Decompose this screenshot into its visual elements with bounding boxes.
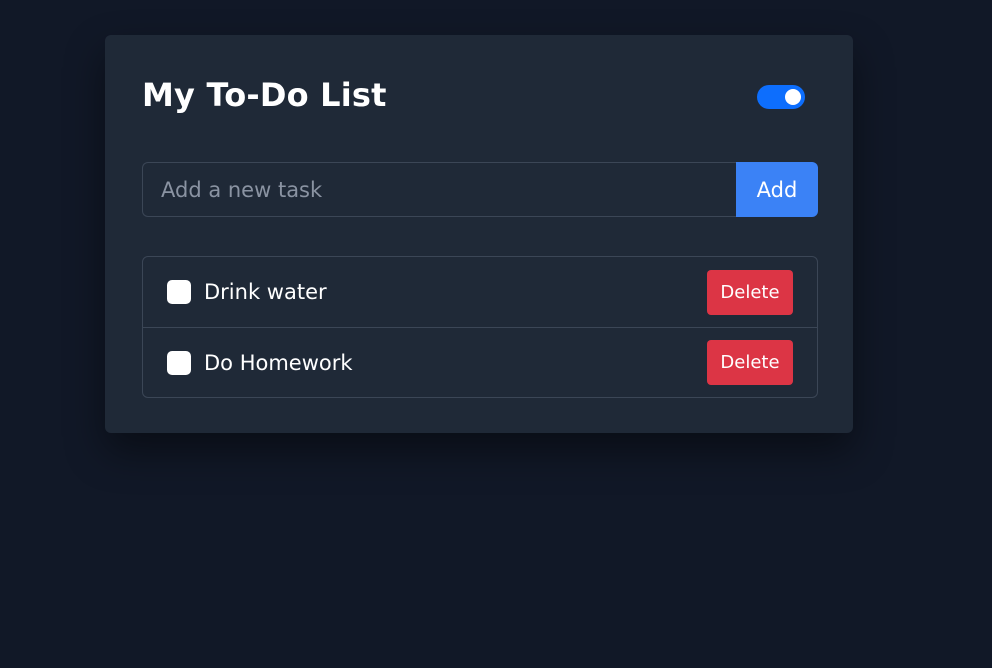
task-label: Do Homework	[204, 350, 353, 375]
toggle-knob	[785, 89, 801, 105]
task-label: Drink water	[204, 280, 327, 304]
task-list: Drink water Delete Do Homework Delete	[142, 256, 818, 398]
delete-task-button[interactable]: Delete	[707, 340, 793, 385]
task-checkbox[interactable]	[167, 280, 191, 304]
delete-task-button[interactable]: Delete	[707, 269, 793, 315]
add-task-row: Add	[142, 162, 818, 217]
list-item: Do Homework Delete	[143, 327, 817, 397]
new-task-input[interactable]	[142, 162, 736, 217]
page-title: My To-Do List	[142, 76, 387, 114]
add-task-button[interactable]: Add	[736, 162, 818, 217]
task-checkbox[interactable]	[167, 350, 191, 375]
todo-card: My To-Do List Add Drink water Delete Do …	[105, 35, 853, 433]
theme-toggle[interactable]	[757, 85, 805, 109]
list-item: Drink water Delete	[143, 257, 817, 327]
